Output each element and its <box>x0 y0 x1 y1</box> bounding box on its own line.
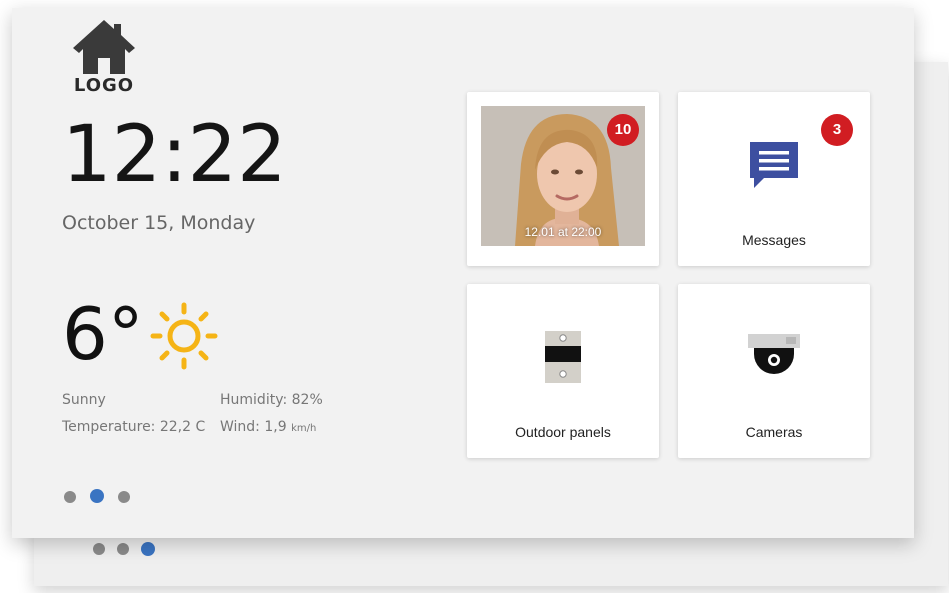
visitor-snapshot-tile[interactable]: 12.01 at 22:00 10 <box>467 92 659 266</box>
snapshot-timestamp: 12.01 at 22:00 <box>524 225 602 239</box>
front-screen: LOGO 12:22 October 15, Monday 6° Sunny H… <box>12 8 914 538</box>
outdoor-panels-label: Outdoor panels <box>515 424 611 440</box>
front-page-indicator <box>64 489 130 503</box>
weather-humidity: Humidity: 82% <box>220 392 323 408</box>
wind-unit: km/h <box>291 423 317 434</box>
page-dot-2-active[interactable] <box>90 489 104 503</box>
weather-condition: Sunny <box>62 392 106 408</box>
weather-details: Sunny Humidity: 82% Temperature: 22,2 C … <box>62 392 323 446</box>
back-page-indicator <box>93 542 155 556</box>
logo: LOGO <box>68 18 140 96</box>
dome-camera-icon <box>748 334 800 374</box>
visitor-count-badge: 10 <box>607 114 639 146</box>
page-dot-3-active[interactable] <box>141 542 155 556</box>
page-dot-3[interactable] <box>118 490 130 503</box>
intercom-panel-icon <box>545 331 581 383</box>
clock-time: 12:22 <box>62 110 287 200</box>
cameras-tile[interactable]: Cameras <box>678 284 870 458</box>
wind-value: Wind: 1,9 <box>220 419 292 435</box>
logo-text: LOGO <box>73 75 135 96</box>
outdoor-panels-tile[interactable]: Outdoor panels <box>467 284 659 458</box>
messages-label: Messages <box>742 232 806 248</box>
weather-wind: Wind: 1,9 km/h <box>220 419 316 446</box>
page-dot-2[interactable] <box>117 543 129 555</box>
messages-count-badge: 3 <box>821 114 853 146</box>
temperature-display: 6° <box>62 292 144 376</box>
message-icon <box>750 142 798 188</box>
sun-icon <box>150 302 218 370</box>
weather-temperature-detail: Temperature: 22,2 C <box>62 419 206 435</box>
messages-tile[interactable]: 3 Messages <box>678 92 870 266</box>
cameras-label: Cameras <box>745 424 803 440</box>
house-icon <box>73 20 135 74</box>
page-dot-1[interactable] <box>64 490 76 503</box>
clock-date: October 15, Monday <box>62 212 256 234</box>
page-dot-1[interactable] <box>93 543 105 555</box>
